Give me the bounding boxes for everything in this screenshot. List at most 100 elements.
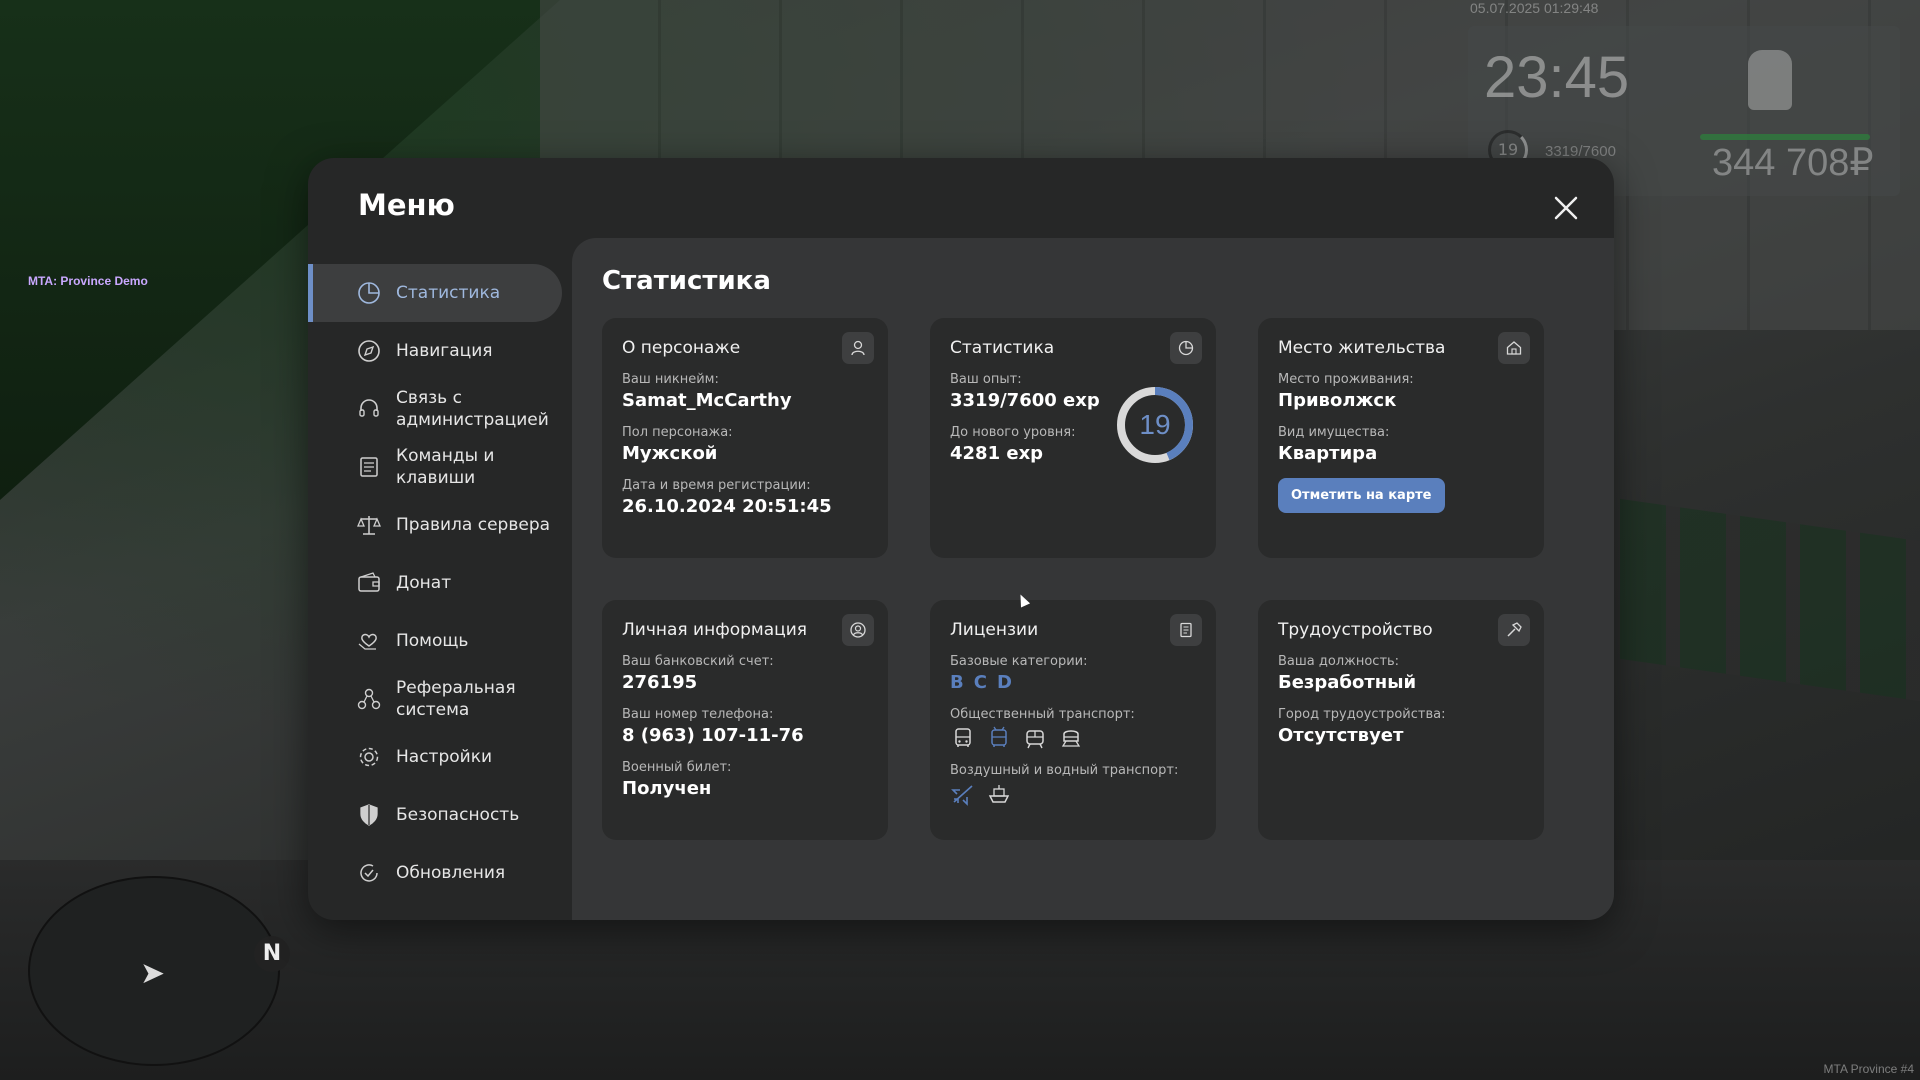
sidebar-item-settings[interactable]: Настройки [308, 728, 564, 786]
card-residence: Место жительства Место проживания: Приво… [1258, 318, 1544, 558]
registration-label: Дата и время регистрации: [622, 478, 811, 493]
position-value: Безработный [1278, 672, 1417, 693]
card-title: О персонаже [622, 338, 741, 358]
sidebar-item-label: Связь с администрацией [396, 388, 549, 430]
headset-icon [356, 396, 382, 422]
sidebar-item-label: Навигация [396, 341, 493, 361]
sidebar-item-navigation[interactable]: Навигация [308, 322, 564, 380]
card-personal-info: Личная информация Ваш банковский счет: 2… [602, 600, 888, 840]
military-value: Получен [622, 778, 712, 799]
gender-label: Пол персонажа: [622, 425, 733, 440]
boat-icon [986, 781, 1012, 807]
sidebar-item-commands[interactable]: Команды и клавиши [308, 438, 564, 496]
content-panel: Статистика О персонаже Ваш никнейм: Sama… [572, 238, 1614, 920]
position-label: Ваша должность: [1278, 654, 1400, 669]
referral-network-icon [356, 686, 382, 712]
sidebar-item-label: Правила сервера [396, 515, 551, 535]
user-circle-icon [842, 614, 874, 646]
card-title: Личная информация [622, 620, 808, 640]
employment-city-label: Город трудоустройства: [1278, 707, 1446, 722]
card-title: Место жительства [1278, 338, 1446, 358]
license-document-icon [1170, 614, 1202, 646]
shield-icon [356, 802, 382, 828]
sidebar-item-statistics[interactable]: Статистика [308, 264, 562, 322]
nickname-label: Ваш никнейм: [622, 372, 719, 387]
gear-icon [356, 744, 382, 770]
player-arrow-icon: ➤ [140, 956, 166, 991]
page-title: Статистика [602, 266, 771, 296]
sidebar-item-admin-contact[interactable]: Связь с администрацией [308, 380, 564, 438]
wallet-icon [356, 570, 382, 596]
compass-icon [356, 338, 382, 364]
bank-label: Ваш банковский счет: [622, 654, 774, 669]
fist-icon [1748, 50, 1792, 110]
sidebar-item-label: Безопасность [396, 805, 520, 825]
bank-value: 276195 [622, 672, 698, 693]
residence-place-value: Приволжск [1278, 390, 1397, 411]
license-category-d: D [996, 672, 1012, 693]
document-list-icon [356, 454, 382, 480]
sidebar-item-help[interactable]: Помощь [308, 612, 564, 670]
sidebar-item-label: Помощь [396, 631, 469, 651]
level-value: 19 [1139, 409, 1171, 440]
hud-time: 23:45 [1484, 45, 1630, 110]
hammer-icon [1498, 614, 1530, 646]
license-categories: B C D [950, 672, 1196, 693]
sidebar-item-referral[interactable]: Реферальная система [308, 670, 564, 728]
residence-place-label: Место проживания: [1278, 372, 1414, 387]
watermark: MTA Province #4 [1823, 1062, 1914, 1076]
employment-city-value: Отсутствует [1278, 725, 1404, 746]
card-employment: Трудоустройство Ваша должность: Безработ… [1258, 600, 1544, 840]
license-category-c: C [973, 672, 987, 693]
bus-icon [950, 725, 976, 751]
airplane-icon [950, 781, 976, 807]
hud-date: 05.07.2025 01:29:48 [1470, 0, 1599, 16]
close-icon [1554, 196, 1578, 220]
tram-icon [1022, 725, 1048, 751]
sidebar-item-label: Статистика [396, 283, 501, 303]
sidebar: Статистика Навигация Связь с администрац… [308, 264, 564, 902]
menu-title: Меню [358, 188, 455, 222]
property-type-label: Вид имущества: [1278, 425, 1390, 440]
server-label: MTA: Province Demo [28, 274, 148, 288]
trolleybus-icon [986, 725, 1012, 751]
air-water-transport-icons [950, 781, 1196, 807]
chart-pie-icon [1170, 332, 1202, 364]
card-character: О персонаже Ваш никнейм: Samat_McCarthy … [602, 318, 888, 558]
card-statistics: Статистика Ваш опыт: 3319/7600 exp До но… [930, 318, 1216, 558]
refresh-check-icon [356, 860, 382, 886]
chart-pie-icon [356, 280, 382, 306]
card-title: Статистика [950, 338, 1055, 358]
card-licenses: Лицензии Базовые категории: B C D Общест… [930, 600, 1216, 840]
train-icon [1058, 725, 1084, 751]
card-title: Трудоустройство [1278, 620, 1433, 640]
card-title: Лицензии [950, 620, 1039, 640]
sidebar-item-rules[interactable]: Правила сервера [308, 496, 564, 554]
air-water-transport-label: Воздушный и водный транспорт: [950, 763, 1179, 778]
military-label: Военный билет: [622, 760, 732, 775]
phone-value: 8 (963) 107-11-76 [622, 725, 804, 746]
sidebar-item-label: Настройки [396, 747, 493, 767]
background-chairs [1620, 498, 1920, 702]
house-icon [1498, 332, 1530, 364]
north-indicator: N [254, 936, 290, 972]
sidebar-item-label: Обновления [396, 863, 506, 883]
sidebar-item-label: Донат [396, 573, 452, 593]
hud-money: 344 708₽ [1712, 142, 1874, 184]
user-icon [842, 332, 874, 364]
property-type-value: Квартира [1278, 443, 1378, 464]
menu-window: Меню Статистика Навигация Связь с админи… [308, 158, 1614, 920]
sidebar-item-label: Реферальная система [396, 678, 516, 720]
sidebar-item-security[interactable]: Безопасность [308, 786, 564, 844]
sidebar-item-updates[interactable]: Обновления [308, 844, 564, 902]
license-category-b: B [950, 672, 964, 693]
mark-on-map-button[interactable]: Отметить на карте [1278, 478, 1445, 513]
base-categories-label: Базовые категории: [950, 654, 1088, 669]
sidebar-item-donate[interactable]: Донат [308, 554, 564, 612]
registration-value: 26.10.2024 20:51:45 [622, 496, 832, 517]
close-button[interactable] [1548, 190, 1584, 226]
sidebar-item-label: Команды и клавиши [396, 446, 495, 488]
public-transport-label: Общественный транспорт: [950, 707, 1135, 722]
gender-value: Мужской [622, 443, 718, 464]
phone-label: Ваш номер телефона: [622, 707, 774, 722]
